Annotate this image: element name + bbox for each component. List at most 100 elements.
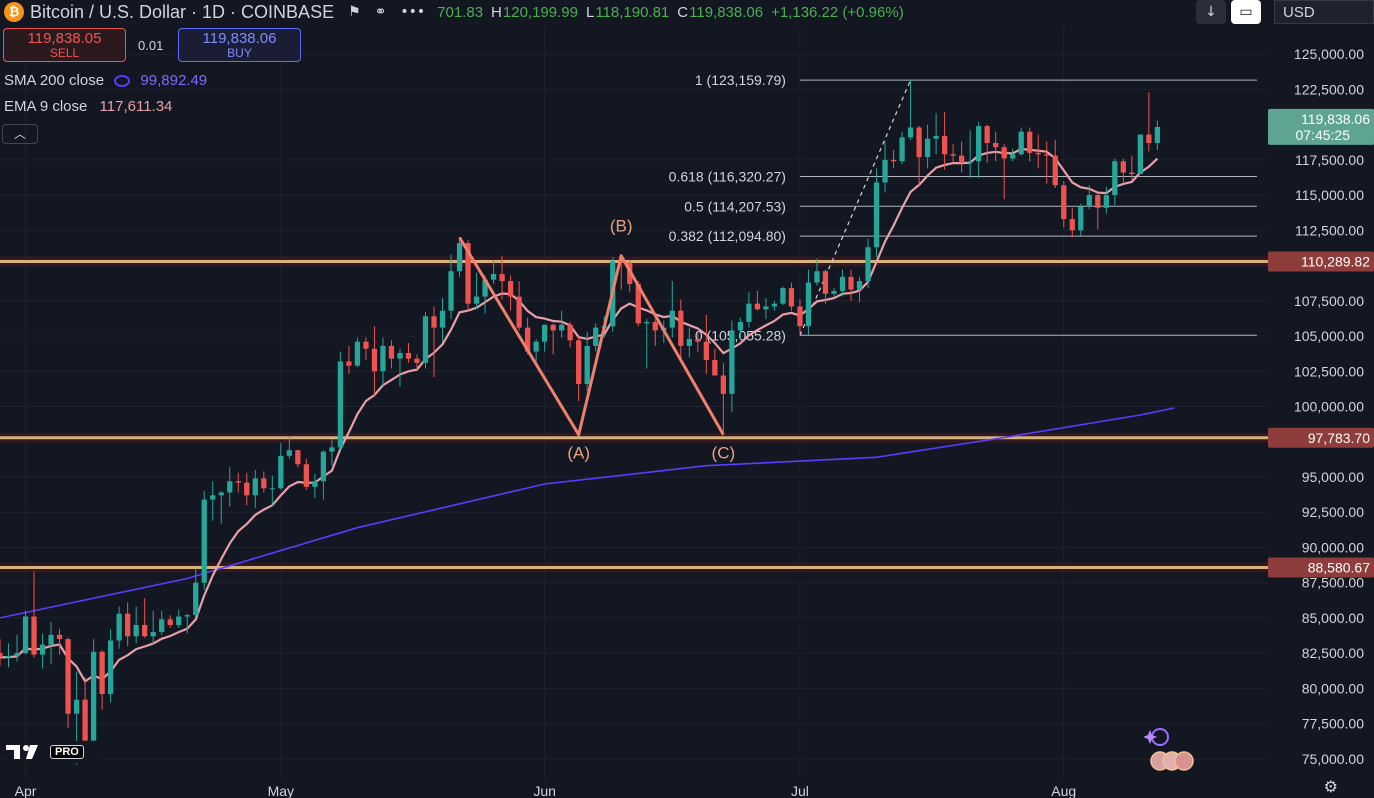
sma-legend[interactable]: SMA 200 close 99,892.49 [4, 72, 207, 89]
candle-body [150, 632, 156, 637]
candle-body [1069, 219, 1075, 231]
candle-body [312, 481, 318, 487]
candle-body [252, 478, 258, 496]
candle [201, 491, 207, 590]
candle-body [371, 348, 378, 372]
candle-body [414, 358, 420, 363]
price-tick-label: 80,000.00 [1302, 680, 1364, 696]
fib-level-label: 1 (123,159.79) [695, 72, 786, 88]
abc-point-label: (C) [712, 444, 736, 463]
candle-body [218, 492, 224, 496]
candle-body [261, 478, 267, 489]
low-key: L [585, 3, 595, 21]
candle-body [720, 375, 726, 394]
candle-body [865, 247, 871, 282]
download-icon[interactable]: ↓ [1196, 0, 1226, 24]
candle [22, 610, 29, 655]
bitcoin-icon: ₿ [4, 2, 24, 22]
candle-body [984, 126, 990, 143]
sma-value: 99,892.49 [140, 72, 208, 89]
close-key: C [677, 3, 689, 21]
candle-body [39, 644, 46, 655]
candle-body [933, 135, 939, 139]
fullscreen-icon[interactable]: ▭ [1231, 0, 1261, 24]
candle-body [703, 341, 709, 361]
candle-body [856, 281, 863, 290]
candle-body [559, 324, 565, 331]
candle-body [678, 310, 684, 346]
candle-body [363, 341, 369, 349]
candle-body [176, 616, 182, 625]
price-chart[interactable]: 1 (123,159.79) 0.618 (116,320.27) 0.5 (114… [0, 0, 1374, 798]
abc-point-label: (B) [610, 217, 633, 236]
time-tick-label: Aug [1051, 783, 1076, 798]
candle-body [958, 155, 965, 163]
candle [354, 337, 361, 368]
candle-body [805, 282, 812, 327]
candle-body [329, 447, 335, 452]
candle-body [797, 306, 803, 327]
candle-body [201, 499, 207, 583]
candle-body [142, 624, 148, 637]
ema-value: 117,611.34 [99, 98, 173, 115]
settings-gear-icon[interactable]: ⚙ [1324, 777, 1338, 796]
price-tick-label: 125,000.00 [1294, 46, 1364, 62]
price-tick-label: 82,500.00 [1302, 645, 1364, 661]
candle-body [107, 640, 114, 695]
candle-body [584, 345, 590, 384]
ohlc-values: 701.83 H120,199.99 L118,190.81 C119,838.06 +… [437, 4, 912, 21]
visibility-icon[interactable] [114, 75, 131, 88]
candle-body [754, 303, 761, 310]
candle-body [1154, 126, 1161, 143]
flag-icon[interactable]: ⚑ [348, 4, 361, 20]
spread-value: 0.01 [138, 38, 164, 53]
symbol-title[interactable]: Bitcoin / U.S. Dollar · 1D · COINBASE [30, 2, 334, 23]
open-value: 701.83 [437, 3, 484, 21]
candle-body [1112, 161, 1118, 196]
candle-body [1137, 134, 1143, 174]
abc-point-label: (A) [567, 444, 590, 463]
candle-body [516, 296, 522, 328]
candle-body [729, 330, 735, 394]
time-tick-label: May [268, 783, 294, 798]
candle-body [542, 324, 548, 342]
candle-body [1129, 172, 1135, 174]
sell-button[interactable]: 119,838.05 SELL [3, 28, 126, 62]
candle-body [490, 274, 497, 280]
buy-label: BUY [227, 46, 252, 60]
currency-select[interactable]: USD [1274, 0, 1374, 24]
collapse-legend-button[interactable]: ︿ [2, 124, 38, 144]
candle-body [499, 274, 505, 282]
ema-legend[interactable]: EMA 9 close 117,611.34 [4, 98, 172, 115]
price-tick-label: 90,000.00 [1302, 539, 1364, 555]
candle-body [439, 310, 446, 328]
buy-button[interactable]: 119,838.06 BUY [178, 28, 301, 62]
candle-body [73, 699, 80, 714]
price-tag-countdown: 07:45:25 [1296, 127, 1351, 143]
price-tick-label: 92,500.00 [1302, 504, 1364, 520]
price-tag-label: 97,783.70 [1308, 430, 1370, 446]
more-icon[interactable]: ••• [400, 4, 425, 20]
candle-body [448, 271, 454, 311]
candle-body [133, 624, 139, 637]
candle-body [388, 345, 395, 359]
candle-body [976, 126, 982, 162]
candle-body [320, 451, 327, 482]
candle-body [82, 699, 88, 741]
link-icon[interactable]: ⚭ [375, 4, 387, 20]
candle-body [278, 455, 284, 489]
ai-assistant-icon[interactable] [1144, 726, 1174, 748]
candle-body [431, 316, 437, 328]
candle-body [890, 159, 897, 162]
candle-body [125, 613, 131, 637]
tradingview-logo[interactable]: PRO [6, 741, 100, 763]
high-value: 120,199.99 [502, 3, 578, 21]
fib-level-label: 0.382 (112,094.80) [669, 228, 786, 244]
fib-level-label: 0.5 (114,207.53) [684, 198, 786, 214]
candle-body [780, 288, 786, 304]
events-flags-icon[interactable] [1146, 750, 1202, 772]
price-tag-label: 119,838.06 [1301, 111, 1370, 127]
time-tick-label: Jul [791, 783, 809, 798]
candle [1018, 127, 1024, 156]
price-tick-label: 102,500.00 [1294, 363, 1364, 379]
